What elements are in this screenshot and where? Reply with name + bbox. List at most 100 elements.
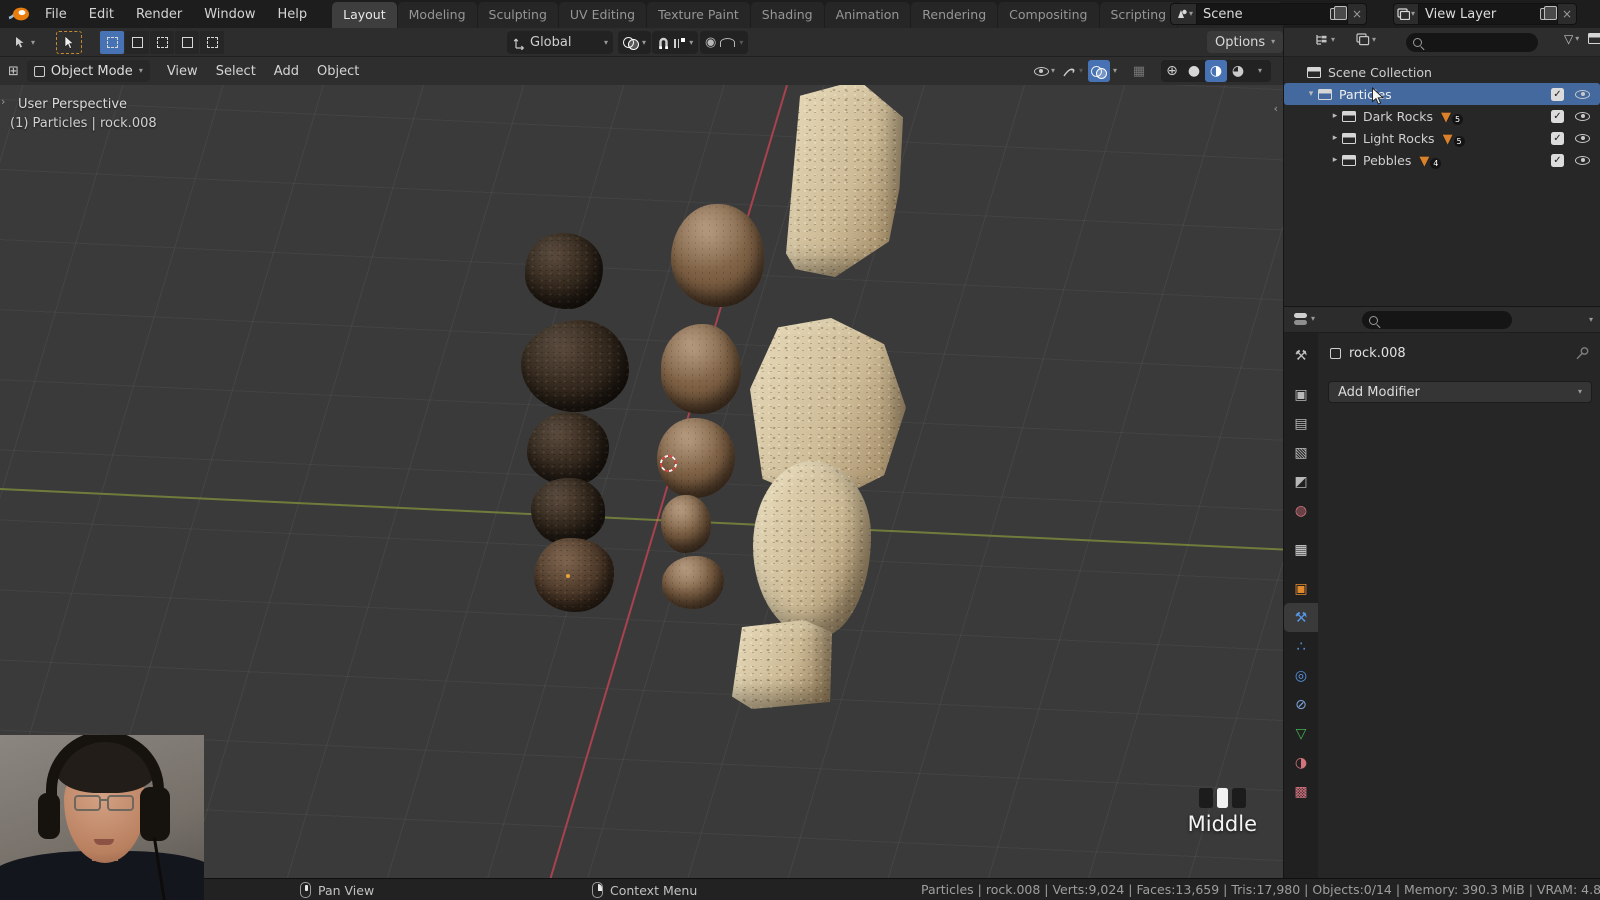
checkbox-icon[interactable]: ✓ [1551,153,1564,167]
tab-animation[interactable]: Animation [824,2,911,28]
eye-icon[interactable] [1575,111,1590,121]
view-layer-name-field[interactable]: View Layer [1418,3,1559,25]
properties-tab-modifiers[interactable]: ⚒ [1284,603,1318,632]
view-layer-browse-button[interactable]: ▾ [1393,3,1419,25]
properties-editor-dropdown[interactable]: ▾ [1294,312,1315,326]
outliner-row-scene-collection[interactable]: Scene Collection [1284,61,1600,83]
select-mode-extend[interactable] [125,31,149,54]
properties-tab-particles[interactable]: ∴ [1284,632,1318,661]
dark-rock-3[interactable] [527,412,609,486]
sidebar-collapse-icon[interactable]: ‹ [1274,103,1278,114]
expand-triangle-icon[interactable]: ▸ [1328,155,1342,165]
select-mode-subtract[interactable] [150,31,174,54]
menu-add[interactable]: Add [265,61,308,82]
light-rock-4[interactable] [732,620,832,709]
xray-toggle[interactable]: ▦ [1128,60,1150,82]
expand-triangle-icon[interactable]: ▸ [1328,111,1342,121]
light-rock-1[interactable] [786,85,903,277]
properties-tab-collection[interactable]: ▦ [1284,535,1318,564]
tab-modeling[interactable]: Modeling [397,2,477,28]
properties-tab-object[interactable]: ▣ [1284,574,1318,603]
tab-shading[interactable]: Shading [750,2,824,28]
magnet-icon[interactable] [657,36,670,50]
new-scene-icon[interactable] [1330,5,1347,20]
menu-object[interactable]: Object [308,61,368,82]
eye-icon[interactable] [1575,155,1590,165]
collapse-triangle-icon[interactable]: ▾ [1304,89,1318,99]
mid-rock-4[interactable] [661,495,711,553]
scene-name-field[interactable]: Scene [1196,3,1349,25]
menu-file[interactable]: File [36,4,76,25]
outliner-display-mode-dropdown[interactable]: ▾ [1314,33,1335,47]
scene-browse-button[interactable]: ▾ [1170,3,1197,25]
properties-tab-constraints[interactable]: ⊘ [1284,690,1318,719]
select-mode-invert[interactable] [175,31,199,54]
select-tool-button[interactable] [56,31,82,54]
shading-wireframe-button[interactable]: ⊕ [1161,60,1183,82]
chevron-down-icon[interactable]: ▾ [689,38,693,47]
falloff-curve-icon[interactable] [720,38,736,47]
outliner-filter-view-layer-dropdown[interactable]: ▾ [1356,33,1376,46]
mid-rock-5[interactable] [662,556,724,609]
add-modifier-dropdown[interactable]: Add Modifier ▾ [1328,381,1592,403]
pin-icon[interactable] [1575,346,1590,361]
light-rock-3[interactable] [753,461,871,638]
show-overlays-toggle[interactable] [1087,60,1110,82]
properties-tab-world[interactable]: ◍ [1284,496,1318,525]
mid-rock-2[interactable] [661,324,741,414]
mode-dropdown[interactable]: Object Mode ▾ [26,60,150,82]
tool-editor-menu[interactable]: ▾ [8,31,40,54]
view-layer-remove-button[interactable]: × [1558,3,1578,25]
dark-rock-2[interactable] [521,320,629,412]
properties-tab-physics[interactable]: ◎ [1284,661,1318,690]
properties-tab-view-layer[interactable]: ▧ [1284,438,1318,467]
tab-uv-editing[interactable]: UV Editing [558,2,647,28]
eye-icon[interactable] [1575,133,1590,143]
chevron-down-icon[interactable]: ▾ [1113,67,1117,75]
menu-edit[interactable]: Edit [80,4,123,25]
menu-view[interactable]: View [158,61,207,82]
properties-tab-texture[interactable]: ▩ [1284,777,1318,806]
proportional-edit-icon[interactable]: ◉ [705,36,716,49]
outliner-row-light-rocks[interactable]: ▸ Light Rocks ▼ 5 ✓ [1284,127,1600,149]
properties-tab-render[interactable]: ▣ [1284,380,1318,409]
scene-unlink-button[interactable]: × [1348,3,1368,25]
expand-triangle-icon[interactable]: ▸ [1328,133,1342,143]
blender-logo-icon[interactable] [6,4,32,24]
new-view-layer-icon[interactable] [1540,5,1557,20]
gizmos-dropdown[interactable]: ▾ [1060,60,1085,82]
dark-rock-4[interactable] [531,478,605,544]
shading-dropdown[interactable]: ▾ [1249,60,1271,82]
chevron-down-icon[interactable]: ▾ [1589,316,1593,324]
transform-orientation-dropdown[interactable]: Global ▾ [507,31,613,54]
dark-rock-5[interactable] [534,538,614,612]
select-mode-new[interactable] [100,31,124,54]
shading-material-button[interactable]: ◑ [1205,60,1227,82]
menu-render[interactable]: Render [127,4,191,25]
checkbox-icon[interactable]: ✓ [1551,109,1564,123]
options-dropdown[interactable]: Options ▾ [1207,31,1284,53]
menu-window[interactable]: Window [195,4,264,25]
properties-tab-scene[interactable]: ◩ [1284,467,1318,496]
outliner-search-input[interactable] [1406,33,1538,52]
object-visibility-dropdown[interactable]: ▾ [1032,60,1057,82]
tab-texture-paint[interactable]: Texture Paint [647,2,750,28]
eye-icon[interactable] [1575,89,1590,99]
pivot-point-dropdown[interactable]: ▾ [618,31,652,54]
properties-tab-output[interactable]: ▤ [1284,409,1318,438]
tab-scripting[interactable]: Scripting [1099,2,1178,28]
tab-compositing[interactable]: Compositing [998,2,1099,28]
new-collection-button[interactable] [1588,33,1600,44]
menu-select[interactable]: Select [207,61,265,82]
menu-help[interactable]: Help [269,4,317,25]
outliner-row-particles[interactable]: ▾ Particles ✓ [1284,83,1600,105]
editor-type-dropdown[interactable]: ⊞ [8,65,19,78]
properties-tab-tool[interactable]: ⚒ [1284,341,1318,370]
mid-rock-1[interactable] [671,204,764,307]
shading-solid-button[interactable]: ● [1183,60,1205,82]
properties-tab-data[interactable]: ▽ [1284,719,1318,748]
properties-tab-material[interactable]: ◑ [1284,748,1318,777]
checkbox-icon[interactable]: ✓ [1551,87,1564,101]
snap-increment-icon[interactable] [674,37,686,48]
checkbox-icon[interactable]: ✓ [1551,131,1564,145]
